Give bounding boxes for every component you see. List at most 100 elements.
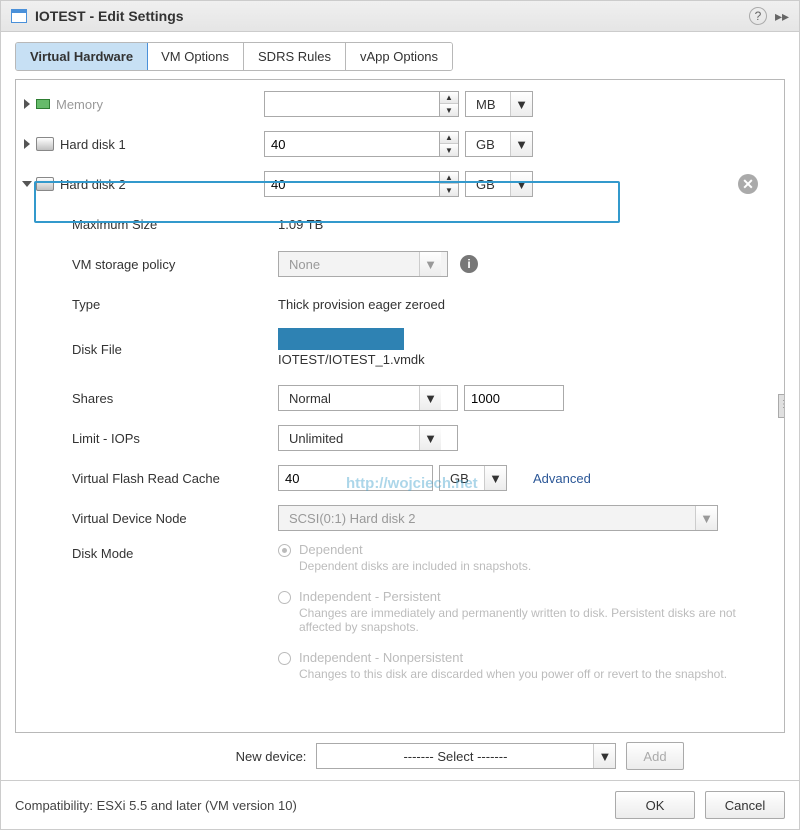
chevron-down-icon[interactable]: ▼ [593,744,615,768]
info-icon[interactable]: i [460,255,478,273]
type-label: Type [72,297,100,312]
spin-up-icon[interactable]: ▲ [440,92,458,104]
ok-button[interactable]: OK [615,791,695,819]
row-storage-policy: VM storage policy None ▼ i [16,244,784,284]
limit-iops-label: Limit - IOPs [72,431,140,446]
hardware-panel: http://wojciech.net Memory ▲▼ [15,79,785,733]
help-icon[interactable]: ? [749,7,767,25]
row-max-size: Maximum Size 1.09 TB [16,204,784,244]
expand-memory-icon[interactable] [24,99,30,109]
window-title: IOTEST - Edit Settings [35,8,184,24]
remove-hd2-button[interactable]: ✕ [738,174,758,194]
hd1-size-input[interactable] [264,131,439,157]
chevron-down-icon[interactable]: ▼ [510,92,532,116]
memory-input[interactable] [264,91,439,117]
storage-policy-combo[interactable]: None ▼ [278,251,448,277]
row-hd1: Hard disk 1 ▲▼ GB ▼ [16,124,784,164]
spin-up-icon[interactable]: ▲ [440,172,458,184]
chevron-down-icon[interactable]: ▼ [695,506,717,530]
chevron-down-icon[interactable]: ▼ [510,132,532,156]
tab-sdrs-rules[interactable]: SDRS Rules [244,43,346,70]
disk-mode-dependent[interactable]: Dependent Dependent disks are included i… [278,542,531,573]
memory-label: Memory [56,97,103,112]
row-disk-mode: Disk Mode Dependent Dependent disks are … [16,538,784,689]
scroll-area[interactable]: Memory ▲▼ MB ▼ [16,80,784,732]
chevron-down-icon[interactable]: ▼ [419,426,441,450]
cancel-button[interactable]: Cancel [705,791,785,819]
radio-icon [278,544,291,557]
vm-window-icon [11,9,27,23]
row-memory: Memory ▲▼ MB ▼ [16,84,784,124]
shares-preset-combo[interactable]: Normal ▼ [278,385,458,411]
row-vfrc: Virtual Flash Read Cache GB ▼ Advanced [16,458,784,498]
tab-bar: Virtual Hardware VM Options SDRS Rules v… [15,42,453,71]
new-device-placeholder: ------- Select ------- [317,749,593,764]
vfrc-input[interactable] [278,465,433,491]
disk-mode-opt-title: Independent - Persistent [299,589,748,604]
type-value: Thick provision eager zeroed [278,297,445,312]
vdn-value: SCSI(0:1) Hard disk 2 [279,511,695,526]
disk-file-redacted [278,328,404,350]
row-limit-iops: Limit - IOPs Unlimited ▼ [16,418,784,458]
memory-unit: MB [466,97,510,112]
chevron-down-icon[interactable]: ▼ [419,386,441,410]
shares-value-input[interactable] [464,385,564,411]
disk-mode-opt-desc: Changes are immediately and permanently … [299,606,748,634]
vfrc-unit-combo[interactable]: GB ▼ [439,465,507,491]
spin-up-icon[interactable]: ▲ [440,132,458,144]
disk-file-label: Disk File [72,342,122,357]
memory-unit-combo[interactable]: MB ▼ [465,91,533,117]
panel-resize-handle[interactable] [778,394,784,418]
disk-mode-opt-title: Dependent [299,542,531,557]
disk-icon [36,137,54,151]
limit-iops-combo[interactable]: Unlimited ▼ [278,425,458,451]
hd2-size-spinner[interactable]: ▲▼ [264,171,459,197]
hd2-label: Hard disk 2 [60,177,126,192]
row-disk-file: Disk File IOTEST/IOTEST_1.vmdk [16,324,784,378]
collapse-hd2-icon[interactable] [22,181,32,187]
storage-policy-value: None [279,257,419,272]
spin-down-icon[interactable]: ▼ [440,184,458,196]
hd2-size-input[interactable] [264,171,439,197]
chevron-down-icon[interactable]: ▼ [419,252,441,276]
hd2-unit: GB [466,177,510,192]
new-device-row: New device: ------- Select ------- ▼ Add [15,733,785,780]
tab-vm-options[interactable]: VM Options [147,43,244,70]
row-shares: Shares Normal ▼ [16,378,784,418]
vfrc-advanced-link[interactable]: Advanced [533,471,591,486]
hd1-size-spinner[interactable]: ▲▼ [264,131,459,157]
memory-spinner[interactable]: ▲▼ [264,91,459,117]
spin-down-icon[interactable]: ▼ [440,104,458,116]
expand-icon[interactable]: ▸▸ [775,8,789,25]
disk-mode-indep-persistent[interactable]: Independent - Persistent Changes are imm… [278,589,748,634]
vfrc-unit: GB [440,471,484,486]
chevron-down-icon[interactable]: ▼ [484,466,506,490]
hd1-label: Hard disk 1 [60,137,126,152]
add-device-button[interactable]: Add [626,742,683,770]
limit-iops-value: Unlimited [279,431,419,446]
radio-icon [278,591,291,604]
tab-vapp-options[interactable]: vApp Options [346,43,452,70]
expand-hd1-icon[interactable] [24,139,30,149]
shares-label: Shares [72,391,113,406]
new-device-combo[interactable]: ------- Select ------- ▼ [316,743,616,769]
tab-virtual-hardware[interactable]: Virtual Hardware [15,42,148,71]
hd1-unit-combo[interactable]: GB ▼ [465,131,533,157]
disk-icon [36,177,54,191]
spin-down-icon[interactable]: ▼ [440,144,458,156]
radio-icon [278,652,291,665]
vfrc-label: Virtual Flash Read Cache [72,471,220,486]
row-hd2: Hard disk 2 ▲▼ GB ▼ ✕ [16,164,784,204]
chevron-down-icon[interactable]: ▼ [510,172,532,196]
disk-mode-opt-desc: Changes to this disk are discarded when … [299,667,727,681]
compatibility-text: Compatibility: ESXi 5.5 and later (VM ve… [15,798,605,813]
max-size-value: 1.09 TB [278,217,323,232]
disk-mode-label: Disk Mode [72,546,133,561]
title-bar: IOTEST - Edit Settings ? ▸▸ [1,1,799,32]
memory-icon [36,99,50,109]
disk-mode-opt-title: Independent - Nonpersistent [299,650,727,665]
row-type: Type Thick provision eager zeroed [16,284,784,324]
vdn-combo[interactable]: SCSI(0:1) Hard disk 2 ▼ [278,505,718,531]
disk-mode-indep-nonpersistent[interactable]: Independent - Nonpersistent Changes to t… [278,650,727,681]
hd2-unit-combo[interactable]: GB ▼ [465,171,533,197]
